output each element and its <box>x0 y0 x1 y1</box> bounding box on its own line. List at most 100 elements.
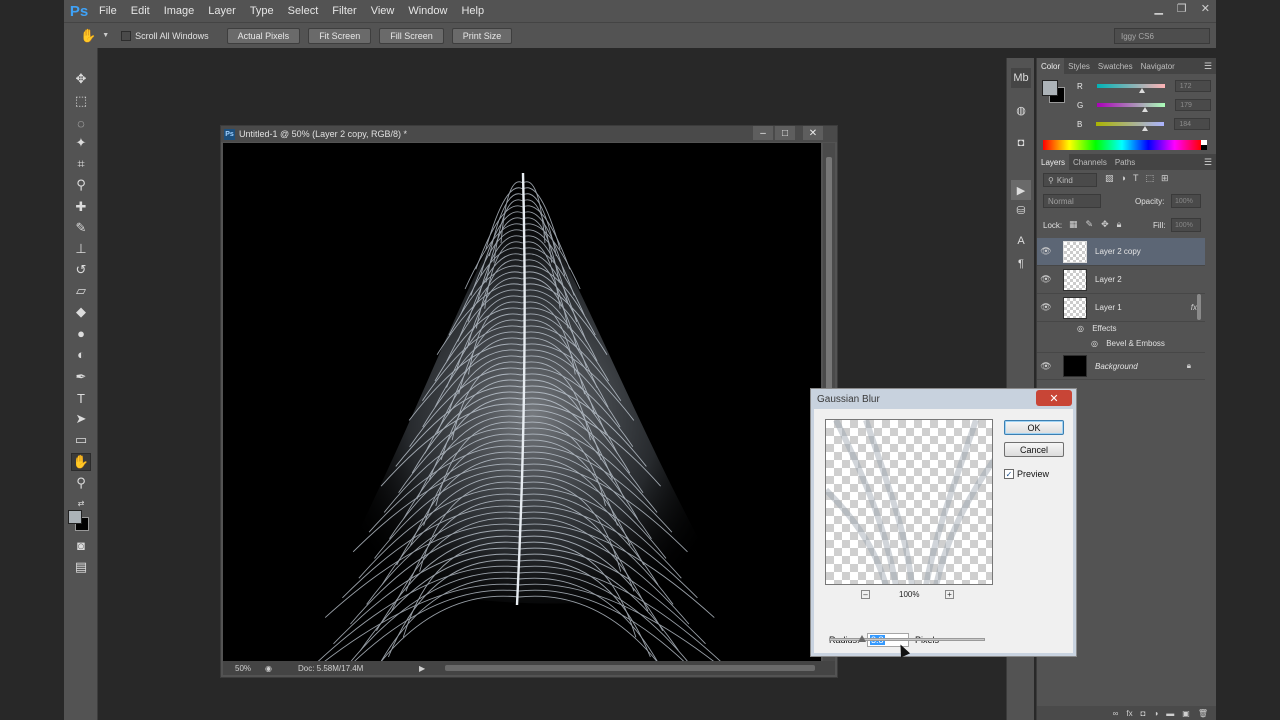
brush-presets-icon[interactable]: ◍ <box>1011 100 1031 120</box>
visibility-eye-icon[interactable]: 👁︎ <box>1037 361 1055 372</box>
tool-preset-chevron-icon[interactable]: ▼ <box>102 32 109 39</box>
screen-mode-icon[interactable]: ▤ <box>71 558 91 576</box>
hand-tool-icon[interactable]: ✋ <box>80 28 96 44</box>
cancel-button[interactable]: Cancel <box>1004 442 1064 457</box>
new-layer-icon[interactable]: ▣ <box>1182 709 1190 718</box>
color-slider-r[interactable]: R 172 <box>1077 79 1211 93</box>
channel-slider-thumb[interactable] <box>1139 88 1146 93</box>
channel-gradient[interactable] <box>1096 84 1165 93</box>
menu-layer[interactable]: Layer <box>201 5 243 17</box>
menu-filter[interactable]: Filter <box>325 5 363 17</box>
type-tool-icon[interactable]: T <box>71 389 91 407</box>
workspace-select[interactable]: Iggy CS6 <box>1114 28 1210 44</box>
preview-check-icon[interactable]: ✓ <box>1004 469 1014 479</box>
pixel-filter-icon[interactable]: ▨ <box>1105 173 1114 184</box>
color-slider-b[interactable]: B 184 <box>1077 117 1211 131</box>
dialog-close-button[interactable]: ✕ <box>1036 390 1072 406</box>
actual-pixels-button[interactable]: Actual Pixels <box>226 27 301 44</box>
tab-color[interactable]: Color <box>1037 58 1065 74</box>
zoom-in-button[interactable]: + <box>945 590 954 599</box>
status-info-icon[interactable]: ◉ <box>265 664 272 673</box>
dodge-tool-icon[interactable]: ◐ <box>71 345 91 363</box>
menu-help[interactable]: Help <box>454 5 491 17</box>
color-fg-swatch[interactable] <box>1042 80 1058 96</box>
fill-screen-button[interactable]: Fill Screen <box>379 27 444 44</box>
type-filter-icon[interactable]: T <box>1133 173 1139 184</box>
bevel-emboss-row[interactable]: ◎ Bevel & Emboss <box>1091 339 1165 348</box>
lock-pixels-icon[interactable]: ✎ <box>1086 219 1094 230</box>
zoom-level[interactable]: 50% <box>235 664 263 673</box>
doc-close-button[interactable]: ✕ <box>803 126 823 140</box>
add-mask-icon[interactable]: ◘ <box>1141 709 1146 718</box>
menu-select[interactable]: Select <box>281 5 326 17</box>
hand-tool-icon[interactable]: ✋ <box>71 453 91 471</box>
foreground-color-swatch[interactable] <box>68 510 82 524</box>
menu-type[interactable]: Type <box>243 5 281 17</box>
channel-value-input[interactable]: 184 <box>1174 118 1211 130</box>
magic-wand-tool-icon[interactable]: ✦ <box>71 134 91 152</box>
lasso-tool-icon[interactable]: ◌ <box>71 114 91 132</box>
visibility-eye-icon[interactable]: 👁︎ <box>1037 246 1055 257</box>
path-selection-tool-icon[interactable]: ➤ <box>71 410 91 428</box>
smart-object-filter-icon[interactable]: ⊞ <box>1161 173 1169 184</box>
doc-minimize-button[interactable]: – <box>753 126 773 140</box>
visibility-eye-icon[interactable]: 👁︎ <box>1037 302 1055 313</box>
lock-position-icon[interactable]: ✥ <box>1101 219 1109 230</box>
doc-maximize-button[interactable]: □ <box>775 126 795 140</box>
delete-layer-icon[interactable]: 🗑︎ <box>1198 709 1208 718</box>
layer-row[interactable]: 👁︎ Layer 2 <box>1037 266 1205 294</box>
pen-tool-icon[interactable]: ✒ <box>71 368 91 386</box>
actions-play-icon[interactable]: ▶ <box>1011 180 1031 200</box>
adjustment-filter-icon[interactable]: ◑ <box>1121 173 1126 184</box>
channel-value-input[interactable]: 179 <box>1175 99 1212 111</box>
character-icon[interactable]: A <box>1011 231 1031 251</box>
minimize-icon[interactable]: ▁ <box>1154 2 1162 15</box>
print-size-button[interactable]: Print Size <box>451 27 513 44</box>
history-brush-tool-icon[interactable]: ↺ <box>71 261 91 279</box>
stamp-tool-icon[interactable]: ⊥ <box>71 240 91 258</box>
eyedropper-tool-icon[interactable]: ⚲ <box>71 176 91 194</box>
menu-window[interactable]: Window <box>401 5 454 17</box>
paragraph-icon[interactable]: ¶ <box>1011 254 1031 274</box>
document-title-bar[interactable]: Ps Untitled-1 @ 50% (Layer 2 copy, RGB/8… <box>221 126 837 142</box>
ok-button[interactable]: OK <box>1004 420 1064 435</box>
link-layers-icon[interactable]: ∞ <box>1113 709 1119 718</box>
radius-slider-track[interactable] <box>829 638 985 641</box>
marquee-tool-icon[interactable]: ⬚ <box>71 92 91 110</box>
healing-brush-tool-icon[interactable]: ✚ <box>71 198 91 216</box>
lock-transparent-icon[interactable]: ▦ <box>1069 219 1078 230</box>
color-spectrum-bar[interactable] <box>1043 140 1201 150</box>
channel-slider-thumb[interactable] <box>1141 107 1148 112</box>
scroll-all-checkbox[interactable] <box>121 30 132 41</box>
lock-all-icon[interactable]: 🔒︎ <box>1117 219 1122 230</box>
tool-presets-icon[interactable]: ⛁ <box>1011 200 1031 220</box>
spectrum-black-chip[interactable] <box>1201 145 1207 150</box>
menu-edit[interactable]: Edit <box>124 5 157 17</box>
shape-filter-icon[interactable]: ⬚ <box>1145 173 1154 184</box>
radius-slider-thumb[interactable] <box>858 635 866 642</box>
tab-layers[interactable]: Layers <box>1037 154 1070 170</box>
menu-view[interactable]: View <box>364 5 402 17</box>
shape-tool-icon[interactable]: ▭ <box>71 431 91 449</box>
channel-slider-thumb[interactable] <box>1142 126 1149 131</box>
mini-bridge-icon[interactable]: Mb <box>1011 68 1031 88</box>
clone-source-icon[interactable]: ◘ <box>1011 133 1031 153</box>
channel-gradient[interactable] <box>1097 103 1166 112</box>
new-group-icon[interactable]: ▬ <box>1166 709 1174 718</box>
zoom-tool-icon[interactable]: ⚲ <box>71 474 91 492</box>
document-horizontal-scrollbar[interactable] <box>445 665 815 671</box>
quick-mask-icon[interactable]: ◙ <box>71 536 91 554</box>
blur-preview[interactable] <box>825 419 993 585</box>
tab-paths[interactable]: Paths <box>1111 154 1139 170</box>
effects-row[interactable]: ◎ Effects <box>1077 324 1117 333</box>
color-slider-g[interactable]: G 179 <box>1077 98 1212 112</box>
tab-swatches[interactable]: Swatches <box>1094 58 1137 74</box>
paint-bucket-tool-icon[interactable]: ◆ <box>71 303 91 321</box>
preview-checkbox[interactable]: ✓ Preview <box>1004 469 1049 479</box>
layers-scrollbar[interactable] <box>1197 294 1201 320</box>
tab-channels[interactable]: Channels <box>1069 154 1111 170</box>
document-canvas[interactable] <box>223 143 821 663</box>
zoom-out-button[interactable]: – <box>861 590 870 599</box>
layer-row[interactable]: 👁︎ Layer 1 fx <box>1037 294 1205 322</box>
channel-gradient[interactable] <box>1096 122 1165 131</box>
